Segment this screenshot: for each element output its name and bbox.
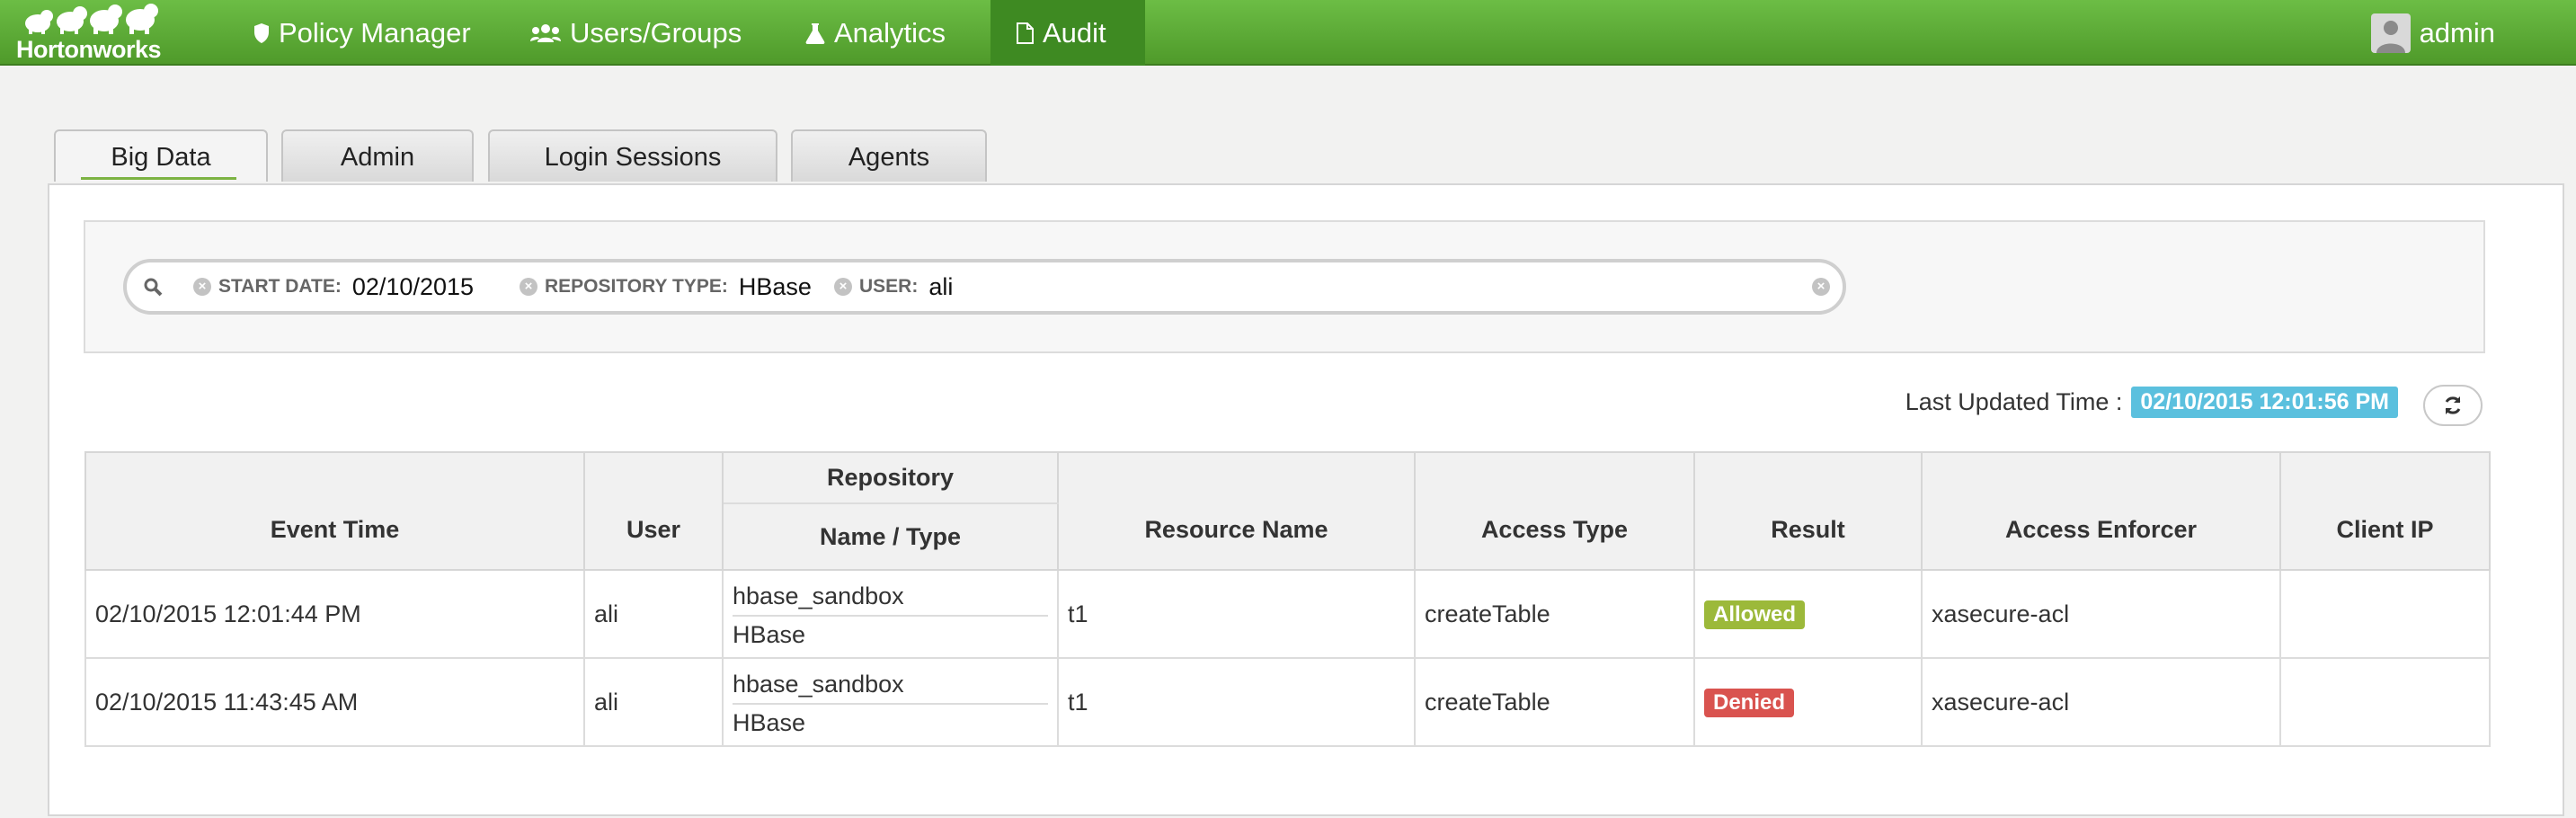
header-user[interactable]: User <box>583 451 724 571</box>
repo-type: HBase <box>733 621 806 648</box>
repo-name: hbase_sandbox <box>733 577 1048 617</box>
cell-user: ali <box>583 657 724 747</box>
tab-admin-label: Admin <box>340 143 415 172</box>
cell-resource-name: t1 <box>1057 569 1416 659</box>
tab-login-sessions-label: Login Sessions <box>544 143 722 172</box>
cell-result: Denied <box>1693 657 1923 747</box>
header-event-time[interactable]: Event Time <box>84 451 585 571</box>
header-access-enforcer[interactable]: Access Enforcer <box>1921 451 2281 571</box>
tab-login-sessions[interactable]: Login Sessions <box>488 129 777 182</box>
active-tab-indicator <box>81 177 236 180</box>
header-resource-name[interactable]: Resource Name <box>1057 451 1416 571</box>
table-row: 02/10/2015 12:01:44 PM ali hbase_sandbox… <box>84 569 2491 659</box>
repo-name: hbase_sandbox <box>733 665 1048 705</box>
tab-big-data-label: Big Data <box>111 143 211 172</box>
cell-event-time: 02/10/2015 11:43:45 AM <box>84 657 585 747</box>
last-updated: Last Updated Time : 02/10/2015 12:01:56 … <box>1905 387 2398 418</box>
refresh-button[interactable] <box>2423 385 2483 426</box>
nav-audit-label: Audit <box>1043 17 1106 49</box>
tab-big-data[interactable]: Big Data <box>54 129 268 182</box>
cell-client-ip <box>2279 657 2491 747</box>
elephants-icon <box>25 4 158 34</box>
flask-icon <box>805 22 825 44</box>
top-navbar: Hortonworks Policy Manager Users/Groups … <box>0 0 2576 66</box>
nav-policy-manager-label: Policy Manager <box>279 17 471 49</box>
user-menu[interactable]: admin <box>2370 0 2495 66</box>
document-icon <box>1017 22 1034 44</box>
header-access-type[interactable]: Access Type <box>1414 451 1695 571</box>
facet-category: START DATE: <box>218 276 342 297</box>
status-badge: Denied <box>1704 688 1795 717</box>
shield-icon <box>254 22 269 43</box>
tab-agents-label: Agents <box>848 143 930 172</box>
cell-result: Allowed <box>1693 569 1923 659</box>
cell-user: ali <box>583 569 724 659</box>
refresh-icon <box>2445 396 2461 414</box>
facet-user[interactable]: × USER: ali <box>834 262 953 311</box>
header-repository: Repository <box>722 451 1059 504</box>
nav-users-groups[interactable]: Users/Groups <box>530 0 742 66</box>
users-icon <box>530 23 561 42</box>
cell-repository: hbase_sandbox HBase <box>722 569 1059 659</box>
cell-repository: hbase_sandbox HBase <box>722 657 1059 747</box>
table-row: 02/10/2015 11:43:45 AM ali hbase_sandbox… <box>84 657 2491 747</box>
avatar <box>2370 13 2411 53</box>
facet-repository-type[interactable]: × REPOSITORY TYPE: HBase <box>520 262 812 311</box>
header-repository-name-type[interactable]: Name / Type <box>722 502 1059 571</box>
header-result[interactable]: Result <box>1693 451 1923 571</box>
last-updated-value: 02/10/2015 12:01:56 PM <box>2131 387 2398 418</box>
facet-value[interactable]: ali <box>928 273 953 301</box>
search-input[interactable]: × START DATE: 02/10/2015 × REPOSITORY TY… <box>123 259 1846 315</box>
status-badge: Allowed <box>1704 600 1806 629</box>
facet-category: REPOSITORY TYPE: <box>545 276 728 297</box>
remove-facet-icon[interactable]: × <box>834 278 852 296</box>
nav-policy-manager[interactable]: Policy Manager <box>253 0 471 66</box>
cell-event-time: 02/10/2015 12:01:44 PM <box>84 569 585 659</box>
nav-users-groups-label: Users/Groups <box>570 17 742 49</box>
cell-access-enforcer: xasecure-acl <box>1921 569 2281 659</box>
nav-analytics[interactable]: Analytics <box>805 0 946 66</box>
clear-search-icon[interactable]: × <box>1812 278 1830 296</box>
cell-client-ip <box>2279 569 2491 659</box>
facet-category: USER: <box>859 276 919 297</box>
remove-facet-icon[interactable]: × <box>520 278 537 296</box>
search-icon <box>144 278 163 297</box>
facet-value[interactable]: 02/10/2015 <box>352 273 474 301</box>
user-icon <box>2376 20 2405 53</box>
header-client-ip[interactable]: Client IP <box>2279 451 2491 571</box>
tab-admin[interactable]: Admin <box>281 129 474 182</box>
remove-facet-icon[interactable]: × <box>193 278 211 296</box>
tab-agents[interactable]: Agents <box>791 129 987 182</box>
cell-access-enforcer: xasecure-acl <box>1921 657 2281 747</box>
nav-audit[interactable]: Audit <box>990 0 1145 66</box>
brand-name: Hortonworks <box>16 36 162 63</box>
user-name: admin <box>2419 16 2495 49</box>
cell-access-type: createTable <box>1414 569 1695 659</box>
cell-resource-name: t1 <box>1057 657 1416 747</box>
hortonworks-logo[interactable]: Hortonworks <box>16 4 182 63</box>
nav-analytics-label: Analytics <box>834 17 946 49</box>
facet-value[interactable]: HBase <box>739 273 812 301</box>
last-updated-label: Last Updated Time : <box>1905 388 2123 415</box>
facet-start-date[interactable]: × START DATE: 02/10/2015 <box>193 262 474 311</box>
audit-table: Event Time User Repository Resource Name… <box>84 451 2491 747</box>
cell-access-type: createTable <box>1414 657 1695 747</box>
repo-type: HBase <box>733 709 806 736</box>
